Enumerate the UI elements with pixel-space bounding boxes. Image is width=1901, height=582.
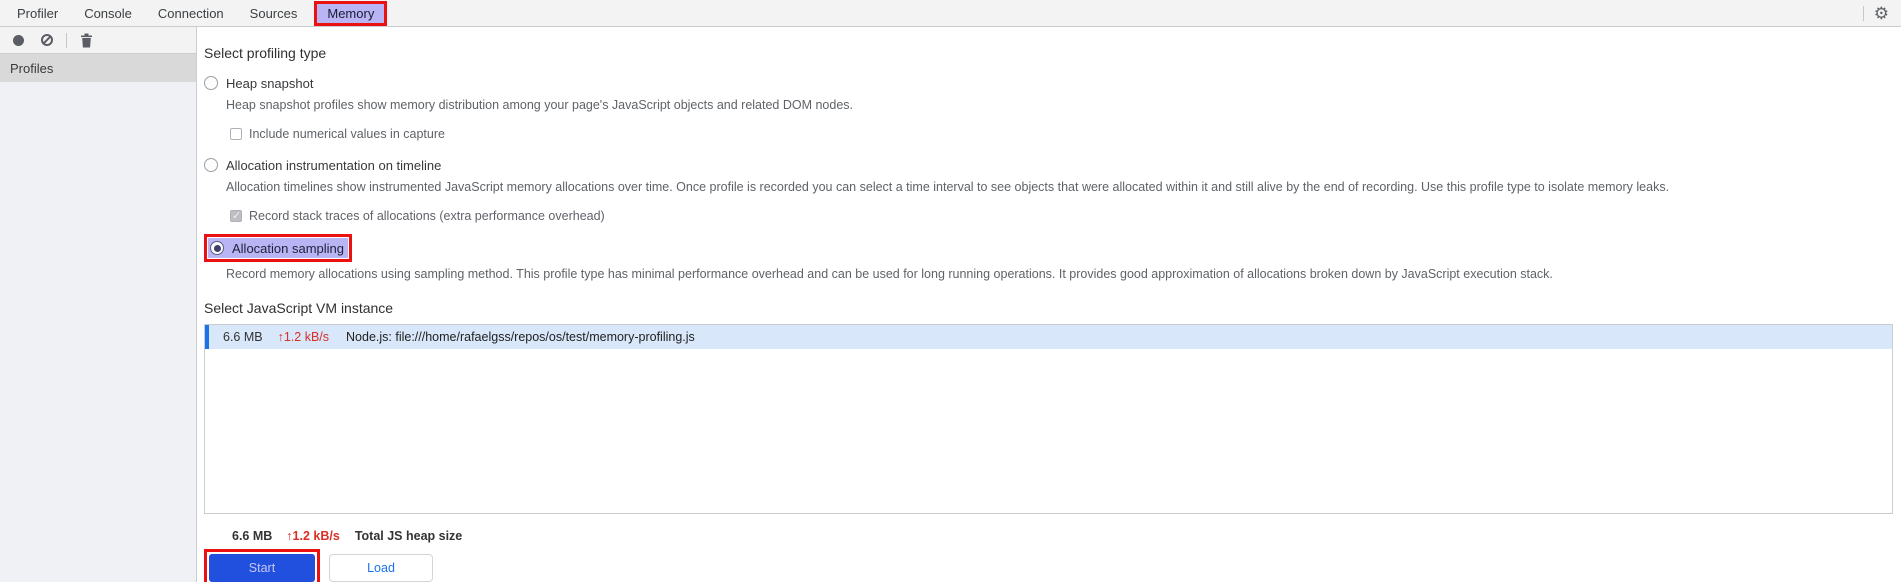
tab-console[interactable]: Console [71,2,145,25]
total-heap-label: Total JS heap size [354,529,463,543]
radio-icon [204,158,218,172]
devtools-window: Profiler Console Connection Sources Memo… [0,0,1901,582]
profiler-toolbar [0,27,196,54]
option-label: Allocation sampling [232,240,345,256]
annotation-box-start-button: Start [204,549,320,582]
clear-icon[interactable] [39,32,55,48]
option-description: Allocation timelines show instrumented J… [226,180,1670,194]
radio-allocation-sampling[interactable]: Allocation sampling [208,238,349,258]
option-allocation-timeline: Allocation instrumentation on timeline A… [204,156,1893,224]
option-allocation-sampling: Allocation sampling Record memory alloca… [204,224,1893,282]
start-button[interactable]: Start [209,554,315,582]
gear-icon[interactable]: ⚙ [1874,5,1889,22]
checkbox-label: Record stack traces of allocations (extr… [249,209,605,223]
checkbox-record-stack-traces[interactable]: Record stack traces of allocations (extr… [230,208,1893,224]
tabbar: Profiler Console Connection Sources Memo… [0,0,1901,27]
option-label: Heap snapshot [226,75,314,91]
memory-panel: Select profiling type Heap snapshot Heap… [197,27,1901,582]
sidebar-body [0,82,196,582]
total-heap-size: 6.6 MB [232,529,273,543]
toolbar-divider [1862,5,1864,21]
checkbox-include-numerical-values[interactable]: Include numerical values in capture [230,126,1893,142]
option-description: Record memory allocations using sampling… [226,267,1553,281]
vm-instance-name: Node.js: file:///home/rafaelgss/repos/os… [346,330,695,344]
trash-icon[interactable] [78,32,94,48]
annotation-box-allocation-sampling: Allocation sampling [204,234,353,262]
tab-profiler[interactable]: Profiler [4,2,71,25]
radio-allocation-timeline[interactable]: Allocation instrumentation on timeline [204,156,1893,174]
vm-instance-heading: Select JavaScript VM instance [204,300,394,316]
action-buttons: Start Load [204,549,1893,582]
record-icon[interactable] [10,32,26,48]
total-allocation-rate: ↑1.2 kB/s [286,529,340,543]
sidebar: Profiles [0,27,197,582]
checkbox-checked-icon [230,209,242,222]
profiling-type-heading: Select profiling type [204,45,327,61]
tab-connection[interactable]: Connection [145,2,237,25]
vm-instance-list: 6.6 MB ↑1.2 kB/s Node.js: file:///home/r… [204,324,1893,514]
tabbar-right: ⚙ [1853,5,1901,22]
checkbox-label: Include numerical values in capture [249,127,445,141]
checkbox-icon [230,128,242,140]
tab-sources[interactable]: Sources [237,2,311,25]
option-label: Allocation instrumentation on timeline [226,157,442,173]
radio-heap-snapshot[interactable]: Heap snapshot [204,74,1893,92]
vm-heap-size: 6.6 MB [223,330,263,344]
vm-instance-row[interactable]: 6.6 MB ↑1.2 kB/s Node.js: file:///home/r… [205,325,1892,349]
sidebar-item-profiles[interactable]: Profiles [0,54,196,82]
option-description: Heap snapshot profiles show memory distr… [226,98,854,112]
option-heap-snapshot: Heap snapshot Heap snapshot profiles sho… [204,74,1893,142]
toolbar-separator [66,32,67,48]
vm-allocation-rate: ↑1.2 kB/s [277,330,330,344]
annotation-box-memory-tab: Memory [314,0,388,26]
load-button[interactable]: Load [329,554,433,582]
tab-memory[interactable]: Memory [317,3,385,23]
radio-icon [204,76,218,90]
radio-selected-icon [210,241,224,255]
heap-total-row: 6.6 MB ↑1.2 kB/s Total JS heap size [232,529,1893,543]
